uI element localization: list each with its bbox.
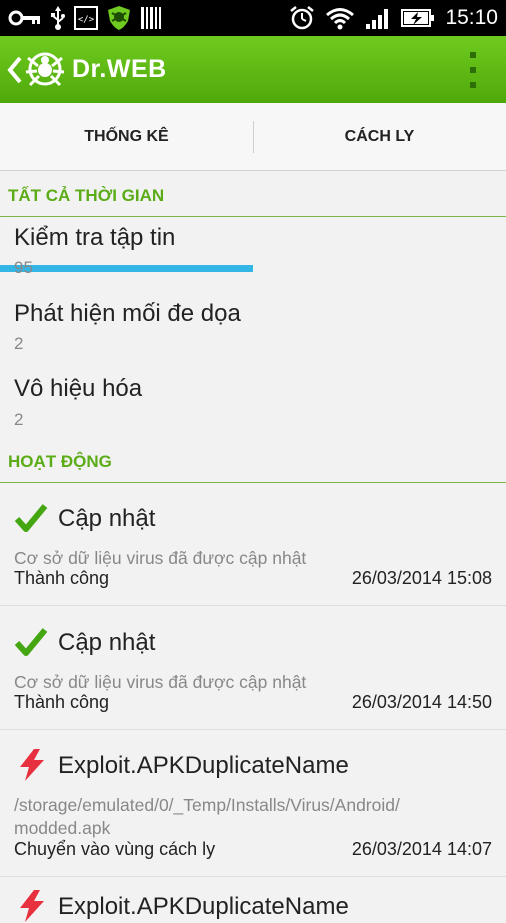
clock: 15:10: [445, 6, 498, 29]
activity-title: Cập nhật: [58, 505, 156, 532]
battery-charging-icon: [401, 9, 435, 27]
activity-status: Thành công: [14, 568, 110, 588]
activity-item[interactable]: Cập nhật Cơ sở dữ liệu virus đã được cập…: [0, 607, 506, 730]
activity-description: Cơ sở dữ liệu virus đã được cập nhật: [14, 672, 307, 692]
activity-description: Cơ sở dữ liệu virus đã được cập nhật: [14, 548, 307, 568]
stat-neutralized-value: 2: [14, 410, 24, 429]
notification-icons: </>: [8, 6, 162, 30]
key-icon: [8, 10, 40, 26]
stat-threats-detected-value: 2: [14, 334, 24, 353]
activity-timestamp: 26/03/2014 14:07: [351, 839, 492, 859]
wifi-icon: [326, 8, 355, 30]
action-bar: Dr.WEB: [0, 36, 506, 103]
app-title: Dr.WEB: [72, 55, 167, 83]
activity-item[interactable]: Exploit.APKDuplicateName /storage/emulat…: [0, 730, 506, 877]
checkmark-icon: [14, 628, 48, 656]
threat-bolt-icon: [20, 890, 44, 922]
drweb-shield-icon: [108, 6, 130, 30]
svg-text:</>: </>: [78, 15, 95, 25]
activity-status: Thành công: [14, 692, 110, 712]
signal-icon: [366, 9, 389, 29]
activity-description: /storage/emulated/0/_Temp/Installs/Virus…: [14, 795, 400, 838]
status-bar: </> 15:10: [0, 0, 506, 36]
barcode-icon: [141, 7, 161, 29]
section-header-all-time: TẤT CẢ THỜI GIAN: [0, 178, 506, 217]
activity-status: Chuyển vào vùng cách ly: [14, 839, 216, 859]
section-header-activity: HOẠT ĐỘNG: [0, 444, 506, 483]
tab-bar: THỐNG KÊ CÁCH LY: [0, 103, 506, 272]
activity-item[interactable]: Exploit.APKDuplicateName: [0, 877, 506, 922]
system-icons: 15:10: [289, 6, 498, 30]
checkmark-icon: [14, 504, 48, 532]
activity-title: Exploit.APKDuplicateName: [58, 752, 349, 779]
selected-tab-indicator: [0, 265, 253, 272]
stat-neutralized-label: Vô hiệu hóa: [14, 375, 143, 402]
alarm-icon: [290, 6, 315, 30]
stat-threats-detected-label: Phát hiện mối đe dọa: [14, 300, 241, 327]
developer-icon: </>: [74, 6, 98, 30]
activity-title: Exploit.APKDuplicateName: [58, 893, 349, 920]
activity-item[interactable]: Cập nhật Cơ sở dữ liệu virus đã được cập…: [0, 483, 506, 606]
activity-timestamp: 26/03/2014 15:08: [351, 568, 492, 588]
threat-bolt-icon: [20, 749, 44, 781]
back-chevron-icon[interactable]: [6, 54, 24, 86]
tab-statistics[interactable]: THỐNG KÊ: [0, 103, 253, 170]
tab-quarantine[interactable]: CÁCH LY: [253, 103, 506, 170]
drweb-spider-logo-icon[interactable]: [24, 48, 66, 90]
usb-icon: [51, 6, 65, 30]
activity-timestamp: 26/03/2014 14:50: [351, 692, 492, 712]
overflow-menu-icon[interactable]: [468, 52, 478, 88]
stat-files-checked-value: 95: [14, 258, 33, 277]
section-title: HOẠT ĐỘNG: [8, 452, 112, 471]
section-title: TẤT CẢ THỜI GIAN: [8, 186, 165, 205]
activity-title: Cập nhật: [58, 629, 156, 656]
stat-files-checked-label: Kiểm tra tập tin: [14, 224, 176, 251]
